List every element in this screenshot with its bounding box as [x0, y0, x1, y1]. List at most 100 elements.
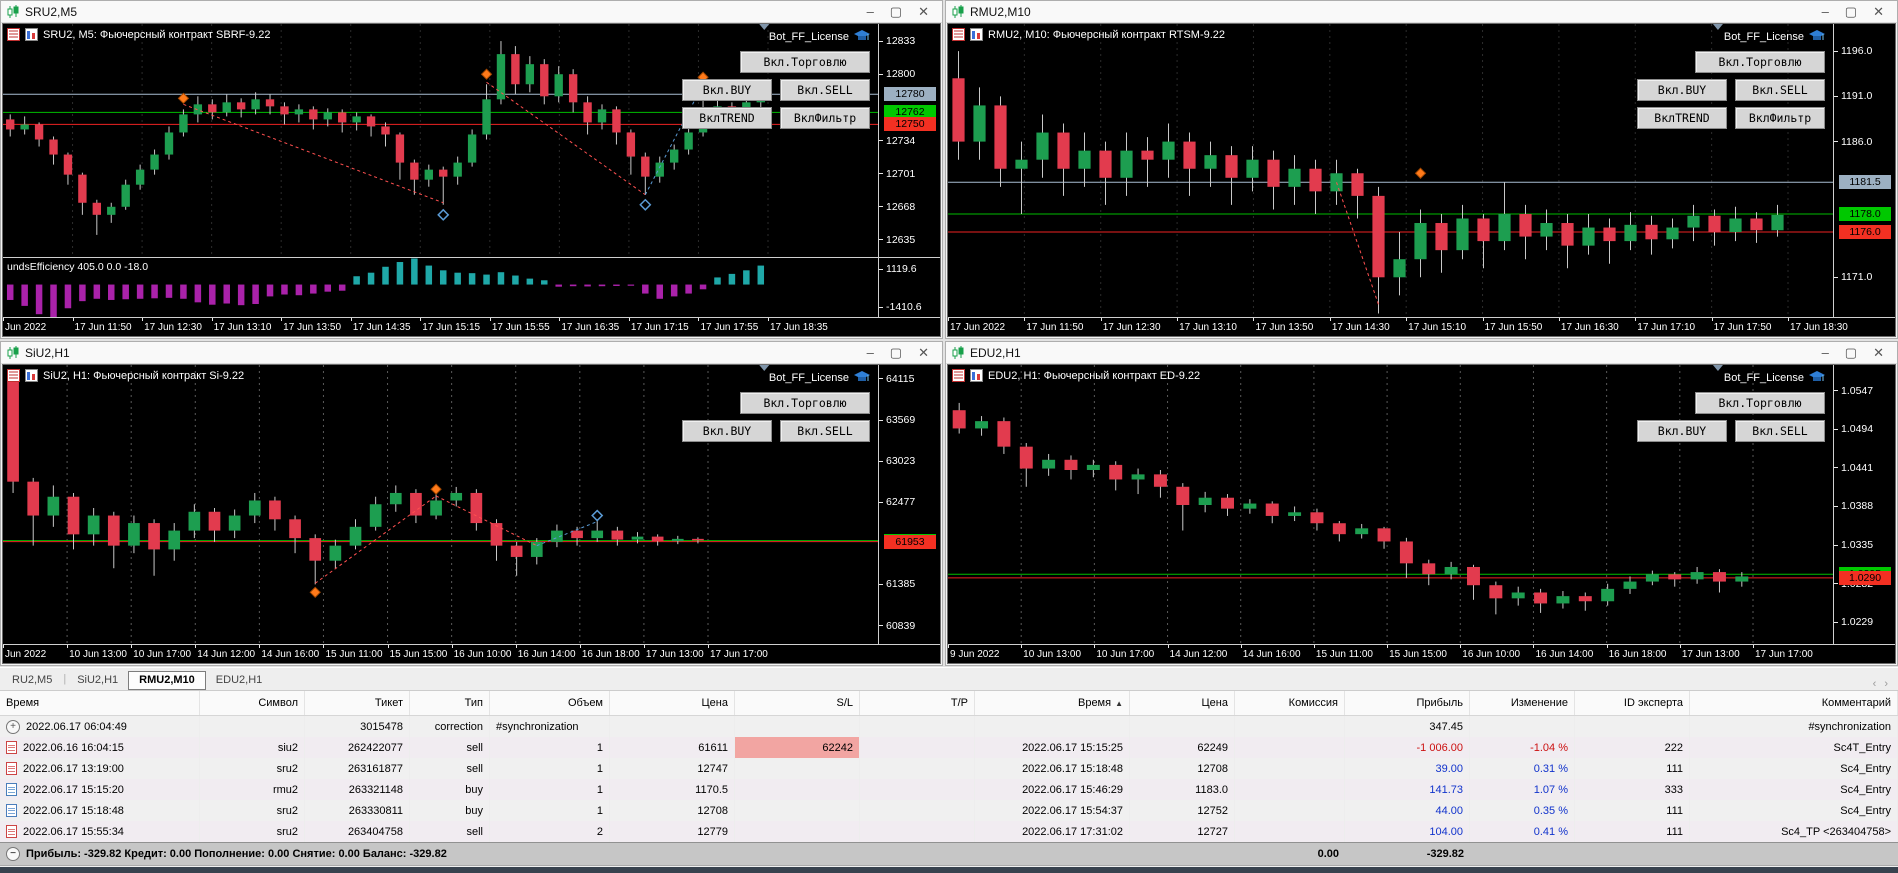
enable-trading-button[interactable]: Вкл.Торговлю [740, 392, 870, 414]
enable-sell-button[interactable]: Вкл.SELL [1735, 420, 1825, 442]
table-row[interactable]: 2022.06.17 15:18:48 sru2 263330811 buy 1 1270… [0, 800, 1898, 821]
close-button[interactable]: ✕ [918, 5, 929, 18]
column-header-12[interactable]: Изменение [1470, 691, 1575, 715]
cell-text: 62242 [822, 741, 853, 754]
chart-body: SiU2, H1: Фьючерсный контракт Si-9.22 Bot… [2, 364, 941, 664]
column-header-label: Тикет [374, 697, 403, 709]
column-header-5[interactable]: Цена [610, 691, 735, 715]
enable-trading-button[interactable]: Вкл.Торговлю [740, 51, 870, 73]
time-label: 14 Jun 16:00 [1242, 649, 1301, 660]
table-row[interactable]: 2022.06.17 15:15:20 rmu2 263321148 buy 1 1170… [0, 779, 1898, 800]
window-titlebar[interactable]: RMU2,M10 – ▢ ✕ [946, 1, 1897, 23]
table-row[interactable]: 2022.06.16 16:04:15 siu2 262422077 sell 1 616… [0, 737, 1898, 758]
price-tick: 64115 [879, 373, 914, 385]
column-header-2[interactable]: Тикет [305, 691, 410, 715]
cell-text: 12747 [697, 762, 728, 775]
cell-text: #synchronization [496, 720, 579, 733]
minimize-button[interactable]: – [1822, 5, 1829, 18]
enable-buy-button[interactable]: Вкл.BUY [682, 420, 772, 442]
column-header-label: Тип [464, 697, 483, 709]
tabs-scroll-right-icon[interactable]: › [1884, 678, 1888, 690]
cell: 2022.06.17 13:19:00 [0, 758, 200, 779]
enable-trading-button[interactable]: Вкл.Торговлю [1695, 51, 1825, 73]
cell: 347.45 [1345, 716, 1470, 737]
price-axis: 6411563569630236247761385608396196661953 [878, 365, 940, 645]
enable-trend-button[interactable]: ВклTREND [682, 107, 772, 129]
column-header-7[interactable]: T/P [860, 691, 975, 715]
cell: sru2 [200, 821, 305, 842]
time-label: 17 Jun 11:50 [1026, 322, 1084, 333]
enable-filter-button[interactable]: ВклФильтр [780, 107, 870, 129]
enable-trading-button[interactable]: Вкл.Торговлю [1695, 392, 1825, 414]
time-tick [1482, 318, 1484, 321]
column-header-0[interactable]: Время [0, 691, 200, 715]
close-button[interactable]: ✕ [918, 346, 929, 359]
table-row[interactable]: 2022.06.17 13:19:00 sru2 263161877 sell 1 127… [0, 758, 1898, 779]
time-tick [489, 318, 491, 321]
column-header-6[interactable]: S/L [735, 691, 860, 715]
column-header-1[interactable]: Символ [200, 691, 305, 715]
tab-RU2,M5[interactable]: RU2,M5 [2, 671, 62, 690]
time-label: 17 Jun 15:15 [422, 322, 481, 333]
cell-text: Sc4T_Entry [1833, 741, 1891, 754]
enable-filter-button[interactable]: ВклФильтр [1735, 107, 1825, 129]
maximize-button[interactable]: ▢ [1845, 5, 1857, 18]
maximize-button[interactable]: ▢ [890, 5, 902, 18]
cell-text: 2022.06.17 06:04:49 [26, 720, 127, 733]
column-header-13[interactable]: ID эксперта [1575, 691, 1690, 715]
enable-sell-button[interactable]: Вкл.SELL [1735, 79, 1825, 101]
minimize-button[interactable]: – [867, 346, 874, 359]
time-label: 17 Jun 16:35 [561, 322, 620, 333]
price-tick: 12668 [879, 201, 915, 213]
tab-RMU2,M10[interactable]: RMU2,M10 [128, 671, 206, 690]
enable-trend-button[interactable]: ВклTREND [1637, 107, 1727, 129]
column-header-3[interactable]: Тип [410, 691, 490, 715]
enable-buy-button[interactable]: Вкл.BUY [1637, 420, 1727, 442]
enable-buy-button[interactable]: Вкл.BUY [1637, 79, 1727, 101]
cell [860, 800, 975, 821]
cell-text: 263321148 [348, 783, 403, 796]
column-header-9[interactable]: Цена [1130, 691, 1235, 715]
cell: 104.00 [1345, 821, 1470, 842]
cell-text: 111 [1666, 804, 1683, 817]
window-titlebar[interactable]: EDU2,H1 – ▢ ✕ [946, 342, 1897, 364]
minimize-button[interactable]: – [1822, 346, 1829, 359]
enable-buy-button[interactable]: Вкл.BUY [682, 79, 772, 101]
tab-EDU2,H1[interactable]: EDU2,H1 [206, 671, 272, 690]
cell: 333 [1575, 779, 1690, 800]
maximize-button[interactable]: ▢ [1845, 346, 1857, 359]
cell: Sc4_TP <263404758> [1690, 821, 1898, 842]
table-row[interactable]: 2022.06.17 15:55:34 sru2 263404758 sell 2 127… [0, 821, 1898, 842]
column-header-14[interactable]: Комментарий [1690, 691, 1898, 715]
time-label: 17 Jun 17:55 [700, 322, 759, 333]
close-button[interactable]: ✕ [1873, 5, 1884, 18]
tab-SiU2,H1[interactable]: SiU2,H1 [67, 671, 128, 690]
enable-sell-button[interactable]: Вкл.SELL [780, 79, 870, 101]
column-header-8[interactable]: Время ▲ [975, 691, 1130, 715]
collapse-minus-icon[interactable]: − [6, 847, 20, 861]
close-button[interactable]: ✕ [1873, 346, 1884, 359]
cell: 12727 [1130, 821, 1235, 842]
expand-plus-icon[interactable]: + [6, 719, 20, 734]
tabs-scroll-left-icon[interactable]: ‹ [1873, 678, 1877, 690]
time-tick [67, 645, 69, 648]
enable-sell-button[interactable]: Вкл.SELL [780, 420, 870, 442]
time-tick [387, 645, 389, 648]
minimize-button[interactable]: – [867, 5, 874, 18]
price-tick: 63569 [879, 414, 915, 426]
column-header-11[interactable]: Прибыль [1345, 691, 1470, 715]
window-titlebar[interactable]: SRU2,M5 – ▢ ✕ [1, 1, 942, 23]
time-label: 17 Jun 17:50 [1713, 322, 1772, 333]
table-row[interactable]: +2022.06.17 06:04:49 3015478 correction #sy… [0, 716, 1898, 737]
time-label: 17 Jun 18:35 [770, 322, 828, 333]
window-titlebar[interactable]: SiU2,H1 – ▢ ✕ [1, 342, 942, 364]
quotes-grid-icon [7, 28, 20, 41]
maximize-button[interactable]: ▢ [890, 346, 902, 359]
cell [1235, 779, 1345, 800]
chart-symbol-header: SRU2, M5: Фьючерсный контракт SBRF-9.22 [7, 28, 270, 41]
cell: 39.00 [1345, 758, 1470, 779]
time-label: 17 Jun 13:00 [1681, 649, 1740, 660]
column-header-10[interactable]: Комиссия [1235, 691, 1345, 715]
column-header-4[interactable]: Объем [490, 691, 610, 715]
summary-text: Прибыль: -329.82 Кредит: 0.00 Пополнение… [26, 848, 447, 860]
